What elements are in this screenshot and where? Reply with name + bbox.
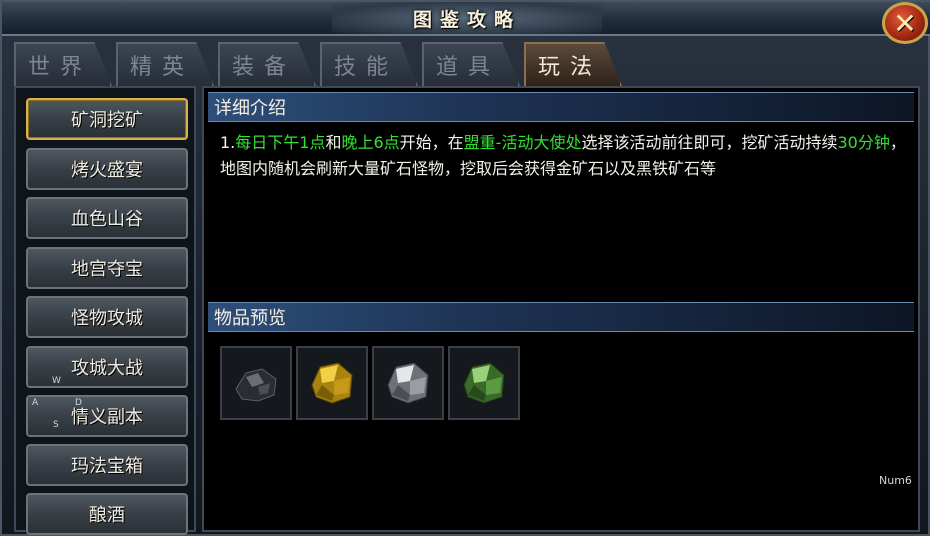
desc-seg-4: 开始，在 bbox=[399, 133, 464, 152]
tab-bar: 世界 精英 装备 技能 道具 玩法 bbox=[14, 42, 654, 86]
category-mafa-chest[interactable]: 玛法宝箱 bbox=[26, 444, 188, 486]
black-iron-ore-icon bbox=[235, 368, 277, 402]
detail-panel: 详细介绍 1.每日下午1点和晚上6点开始，在盟重-活动大使处选择该活动前往即可，… bbox=[202, 86, 920, 532]
preview-header: 物品预览 bbox=[208, 302, 914, 332]
desc-seg-7: 30分钟 bbox=[837, 133, 890, 152]
category-bonfire-feast[interactable]: 烤火盛宴 bbox=[26, 148, 188, 190]
tab-skills[interactable]: 技能 bbox=[320, 42, 418, 86]
tab-equipment[interactable]: 装备 bbox=[218, 42, 316, 86]
gold-ore-icon bbox=[311, 362, 353, 404]
key-hint-s: S bbox=[53, 420, 59, 430]
game-window: 图鉴攻略 ✕ 世界 精英 装备 技能 道具 玩法 矿洞挖矿 烤火盛宴 血色山谷 … bbox=[0, 0, 930, 536]
details-header: 详细介绍 bbox=[208, 92, 914, 122]
desc-seg-3: 晚上6点 bbox=[341, 133, 400, 152]
item-slot[interactable] bbox=[448, 346, 520, 420]
silver-ore-icon bbox=[387, 362, 429, 404]
details-description: 1.每日下午1点和晚上6点开始，在盟重-活动大使处选择该活动前往即可，挖矿活动持… bbox=[220, 130, 910, 182]
desc-seg-6: 选择该活动前往即可，挖矿活动持续 bbox=[581, 133, 838, 152]
category-list: 矿洞挖矿 烤火盛宴 血色山谷 地宫夺宝 怪物攻城 攻城大战 情义副本 玛法宝箱 … bbox=[14, 86, 196, 535]
category-palace-treasure[interactable]: 地宫夺宝 bbox=[26, 247, 188, 289]
item-slot[interactable] bbox=[220, 346, 292, 420]
category-friendship-dungeon[interactable]: 情义副本 bbox=[26, 395, 188, 437]
desc-seg-0: 1. bbox=[220, 133, 236, 152]
item-slot[interactable] bbox=[372, 346, 444, 420]
close-button[interactable]: ✕ bbox=[882, 2, 928, 44]
item-slot[interactable] bbox=[296, 346, 368, 420]
category-monster-siege[interactable]: 怪物攻城 bbox=[26, 296, 188, 338]
key-hint-w: W bbox=[52, 376, 61, 386]
title-bar: 图鉴攻略 bbox=[2, 2, 930, 36]
desc-seg-2: 和 bbox=[325, 133, 342, 152]
category-mining[interactable]: 矿洞挖矿 bbox=[26, 98, 188, 140]
tab-items[interactable]: 道具 bbox=[422, 42, 520, 86]
category-blood-valley[interactable]: 血色山谷 bbox=[26, 197, 188, 239]
key-hint-a: A bbox=[32, 398, 39, 408]
title-plate: 图鉴攻略 bbox=[332, 2, 602, 34]
tab-world[interactable]: 世界 bbox=[14, 42, 112, 86]
jade-ore-icon bbox=[463, 362, 505, 404]
close-icon: ✕ bbox=[893, 6, 917, 40]
category-siege-war[interactable]: 攻城大战 bbox=[26, 346, 188, 388]
tab-gameplay[interactable]: 玩法 bbox=[524, 42, 622, 86]
key-hint-d: D bbox=[75, 398, 82, 408]
numpad-hint: Num6 bbox=[879, 474, 912, 487]
window-title: 图鉴攻略 bbox=[412, 8, 521, 31]
item-preview-row bbox=[220, 346, 520, 420]
desc-seg-1: 每日下午1点 bbox=[235, 133, 326, 152]
category-brewing[interactable]: 酿酒 bbox=[26, 493, 188, 535]
desc-seg-5: 盟重-活动大使处 bbox=[463, 133, 582, 152]
tab-elite[interactable]: 精英 bbox=[116, 42, 214, 86]
